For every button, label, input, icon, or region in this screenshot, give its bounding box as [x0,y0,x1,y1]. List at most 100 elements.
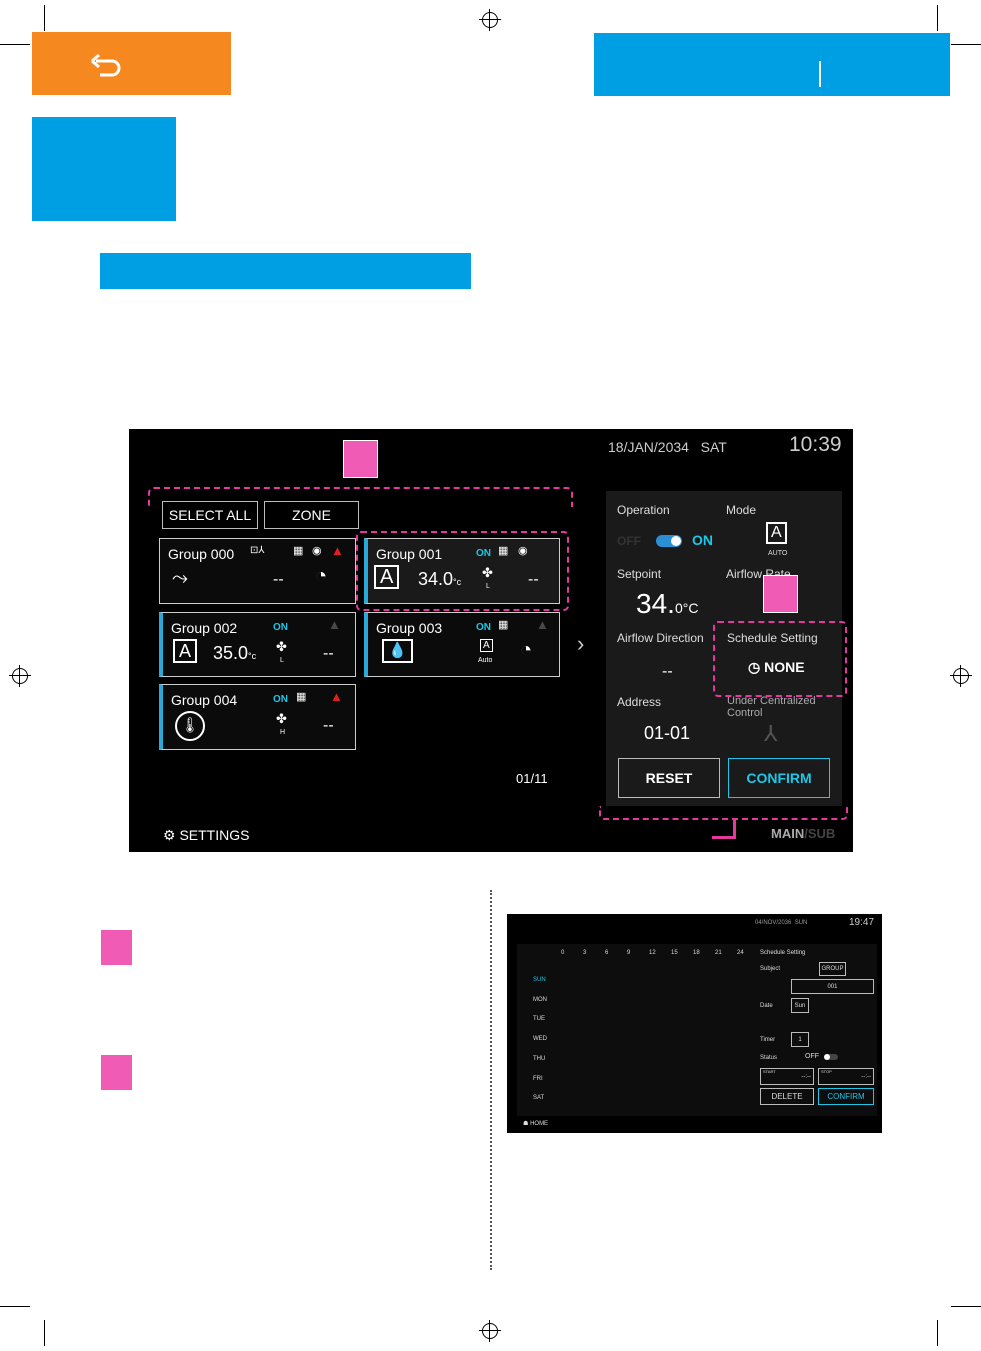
main-label[interactable]: MAIN [771,826,804,841]
date-text: 18/JAN/2034 [608,439,689,455]
mode-value: AUTO [768,550,788,557]
settings-label: SETTINGS [179,827,250,843]
group-number-field[interactable]: 001 [791,979,874,994]
mini-confirm-button[interactable]: CONFIRM [818,1088,874,1105]
divider [819,61,821,87]
group-name: Group 002 [171,620,238,636]
group-value: -- [323,645,334,662]
home-button[interactable]: ☗ HOME [523,1120,548,1127]
schedule-grid-icon: ▦ [293,545,304,557]
louver-icon: ◔ [315,565,328,587]
next-page-chevron-icon[interactable]: › [577,631,584,657]
unit: °c [248,651,257,661]
alert-icon: ▲ [328,617,341,632]
timer-label: Timer [760,1037,776,1043]
dry-mode-icon: 💧 [382,639,413,663]
home-icon: ☗ [523,1121,529,1127]
day-row-label[interactable]: SUN [533,977,546,983]
reset-button[interactable]: RESET [618,758,720,798]
setpoint-unit: 0°C [674,600,699,616]
centralized-control-label: Under Centralized Control [727,695,816,719]
schedule-screen: 04/NOV/2036 SUN 19:47 0 3 6 9 12 15 18 21 24 SUN M… [507,914,882,1133]
clock: 10:39 [789,433,842,456]
thermometer-icon: 🌡 [175,711,205,741]
group-value: -- [273,571,284,588]
confirm-button[interactable]: CONFIRM [728,758,830,798]
group-card-004[interactable]: Group 004 ON ▦ ▲ 🌡 ✤ H -- [159,684,356,750]
eye-icon: ◉ [312,545,322,557]
legend-marker [100,929,133,966]
crop-mark [951,44,981,45]
date: 18/JAN/2034 SAT [608,439,727,455]
registration-mark [950,665,972,687]
status-value: OFF [805,1053,819,1060]
sub-label[interactable]: /SUB [804,826,835,841]
hour-tick: 6 [605,950,609,956]
hour-tick: 3 [583,950,587,956]
schedule-title: Schedule Setting [760,950,806,956]
group-name: Group 003 [376,620,443,636]
operation-toggle[interactable] [656,535,682,547]
section-bar [100,253,471,289]
day-row-label[interactable]: SAT [533,1095,544,1101]
schedule-grid-icon: ▦ [498,619,509,631]
setpoint-value[interactable]: 34. [636,588,675,619]
day-row-label[interactable]: FRI [533,1076,543,1082]
group-name: Group 000 [168,546,235,562]
hour-tick: 0 [561,950,565,956]
day-text: SAT [700,439,727,455]
crop-mark [937,1320,938,1346]
day-row-label[interactable]: TUE [533,1016,545,1022]
off-label: OFF [617,534,641,548]
select-all-button[interactable]: SELECT ALL [162,501,258,529]
gear-icon: ⚙ [163,827,176,843]
louver-icon: ◔ [520,639,533,661]
centralized-control-icon: ⅄ [764,721,778,746]
group-card-000[interactable]: Group 000 ⊡⅄ ▦ ◉ ▲ ⤳ -- ◔ [159,538,356,604]
callout-marker [763,575,798,613]
registration-mark [479,9,501,31]
status-badge: ON [273,622,288,633]
delete-button[interactable]: DELETE [760,1088,814,1105]
group-setpoint: 35.0 [213,643,249,663]
auto-fan-icon: A [480,639,493,652]
auto-mode-icon: A [173,639,198,663]
undo-arrow-icon [91,54,121,77]
hour-tick: 18 [693,950,700,956]
auto-mode-icon[interactable]: A [766,522,787,544]
day-row-label[interactable]: MON [533,997,547,1003]
back-button[interactable] [32,32,231,95]
hour-tick: 12 [649,950,656,956]
subject-group-button[interactable]: GROUP [819,962,846,976]
stop-time-field[interactable]: STOP --:-- [818,1068,874,1085]
crop-mark [951,1306,981,1307]
airflow-direction-value[interactable]: -- [662,663,673,681]
timer-1-button[interactable]: 1 [791,1032,809,1047]
day-row-label[interactable]: THU [533,1056,545,1062]
day-row-label[interactable]: WED [533,1036,547,1042]
fan-speed: H [280,729,286,736]
group-card-002[interactable]: Group 002 ON ▲ A 35.0°c ✤ L -- [159,612,356,677]
subject-label: Subject [760,966,781,972]
ventilation-icon: ⤳ [172,567,188,589]
status-badge: ON [476,622,491,633]
status-label: Status [760,1055,778,1061]
callout-stem [712,836,736,839]
fan-icon: ✤ [276,711,287,726]
registration-mark [9,665,31,687]
callout-bracket [599,806,848,820]
date-label: Date [760,1003,773,1009]
group-card-003[interactable]: Group 003 ON ▦ ▲ 💧 A Auto ◔ [364,612,560,677]
column-divider [490,890,492,1270]
mini-date: 04/NOV/2036 SUN [755,920,808,926]
status-toggle[interactable] [824,1054,838,1060]
callout-highlight [356,531,569,611]
start-time-field[interactable]: START --:-- [760,1068,814,1085]
settings-button[interactable]: ⚙ SETTINGS [163,827,249,844]
day-sun-button[interactable]: Sun [791,998,809,1013]
status-badge: ON [273,694,288,705]
zone-button[interactable]: ZONE [264,501,359,529]
chapter-block [32,117,176,221]
hour-tick: 15 [671,950,678,956]
operation-label: Operation [617,503,670,517]
